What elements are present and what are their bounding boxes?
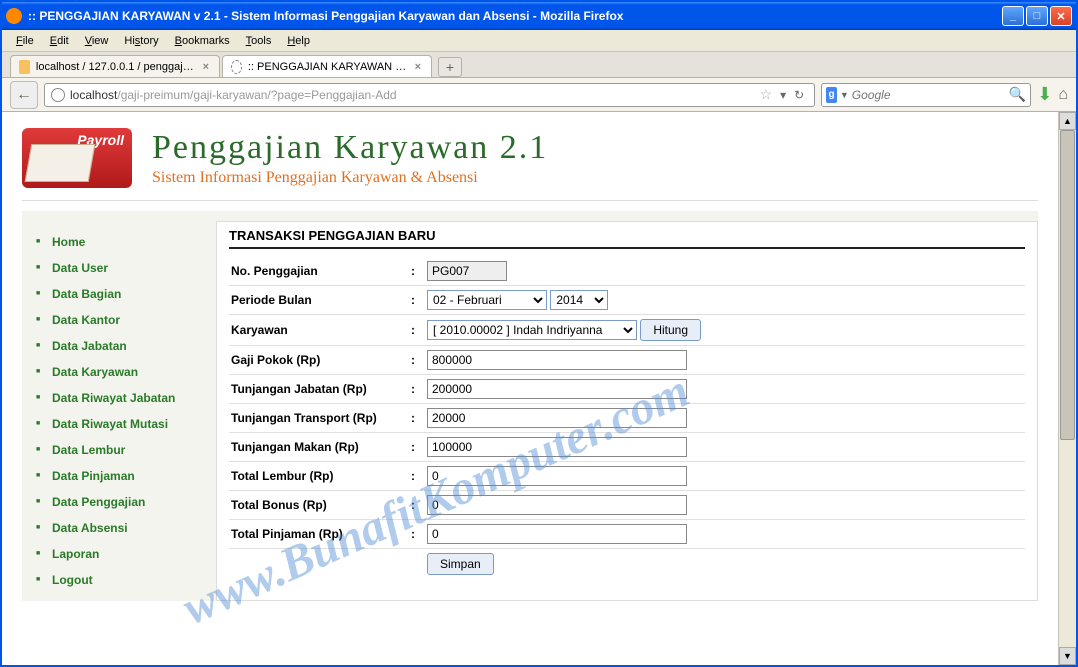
label-total-pinjaman: Total Pinjaman (Rp)	[229, 520, 409, 549]
label-total-bonus: Total Bonus (Rp)	[229, 491, 409, 520]
input-total-bonus[interactable]	[427, 495, 687, 515]
tab-penggajian[interactable]: :: PENGGAJIAN KARYAWAN v 2.1 - Siste... …	[222, 55, 432, 77]
sidebar-list: Home Data User Data Bagian Data Kantor D…	[36, 229, 202, 593]
form-table: No. Penggajian : Periode Bulan : 02 - Fe…	[229, 257, 1025, 579]
search-engine-dropdown-icon[interactable]: ▼	[837, 90, 852, 100]
input-gaji-pokok[interactable]	[427, 350, 687, 370]
label-total-lembur: Total Lembur (Rp)	[229, 462, 409, 491]
hitung-button[interactable]: Hitung	[640, 319, 701, 341]
search-go-icon[interactable]: 🔍	[1009, 86, 1026, 103]
label-karyawan: Karyawan	[229, 315, 409, 346]
app-subtitle: Sistem Informasi Penggajian Karyawan & A…	[152, 169, 548, 187]
window-controls: _ □ ✕	[1002, 6, 1072, 26]
loading-icon	[231, 60, 242, 74]
home-icon[interactable]: ⌂	[1058, 86, 1068, 104]
window-title: :: PENGGAJIAN KARYAWAN v 2.1 - Sistem In…	[28, 9, 1002, 23]
scroll-down-button[interactable]: ▼	[1059, 647, 1076, 665]
menu-bookmarks[interactable]: Bookmarks	[167, 33, 238, 49]
select-month[interactable]: 02 - Februari	[427, 290, 547, 310]
scroll-up-button[interactable]: ▲	[1059, 112, 1076, 130]
tabbar: localhost / 127.0.0.1 / penggajian_karya…	[2, 52, 1076, 78]
titlebar: :: PENGGAJIAN KARYAWAN v 2.1 - Sistem In…	[2, 2, 1076, 30]
sidebar-item-data-jabatan[interactable]: Data Jabatan	[36, 333, 202, 359]
navbar: ← localhost/gaji-preimum/gaji-karyawan/?…	[2, 78, 1076, 112]
google-icon: g	[826, 87, 837, 103]
sidebar-item-data-pinjaman[interactable]: Data Pinjaman	[36, 463, 202, 489]
sidebar-item-data-penggajian[interactable]: Data Penggajian	[36, 489, 202, 515]
page: Payroll Penggajian Karyawan 2.1 Sistem I…	[2, 112, 1058, 665]
url-dropdown-icon[interactable]: ▾	[776, 88, 790, 102]
scroll-thumb[interactable]	[1060, 130, 1075, 440]
sidebar-item-logout[interactable]: Logout	[36, 567, 202, 593]
sidebar-item-data-riwayat-jabatan[interactable]: Data Riwayat Jabatan	[36, 385, 202, 411]
url-host: localhost	[70, 88, 117, 102]
body-row: Home Data User Data Bagian Data Kantor D…	[22, 211, 1038, 601]
url-path: /gaji-preimum/gaji-karyawan/?page=Pengga…	[117, 88, 396, 102]
close-button[interactable]: ✕	[1050, 6, 1072, 26]
menu-file[interactable]: File	[8, 33, 42, 49]
sidebar-item-data-absensi[interactable]: Data Absensi	[36, 515, 202, 541]
globe-icon	[51, 88, 65, 102]
browser-window: :: PENGGAJIAN KARYAWAN v 2.1 - Sistem In…	[0, 0, 1078, 667]
tab-label: localhost / 127.0.0.1 / penggajian_karya…	[36, 61, 195, 73]
input-total-pinjaman[interactable]	[427, 524, 687, 544]
page-header: Payroll Penggajian Karyawan 2.1 Sistem I…	[22, 120, 1038, 201]
tab-phpmyadmin[interactable]: localhost / 127.0.0.1 / penggajian_karya…	[10, 55, 220, 77]
menu-view[interactable]: View	[77, 33, 117, 49]
input-tunjangan-transport[interactable]	[427, 408, 687, 428]
sidebar-item-laporan[interactable]: Laporan	[36, 541, 202, 567]
vertical-scrollbar[interactable]: ▲ ▼	[1058, 112, 1076, 665]
tab-close-icon[interactable]: ×	[201, 61, 211, 73]
sidebar-item-home[interactable]: Home	[36, 229, 202, 255]
label-periode: Periode Bulan	[229, 286, 409, 315]
input-total-lembur[interactable]	[427, 466, 687, 486]
form-title: TRANSAKSI PENGGAJIAN BARU	[229, 228, 1025, 249]
content-area: Payroll Penggajian Karyawan 2.1 Sistem I…	[2, 112, 1076, 665]
payroll-logo: Payroll	[22, 128, 132, 188]
sidebar-item-data-bagian[interactable]: Data Bagian	[36, 281, 202, 307]
sidebar-item-data-karyawan[interactable]: Data Karyawan	[36, 359, 202, 385]
select-karyawan[interactable]: [ 2010.00002 ] Indah Indriyanna	[427, 320, 637, 340]
simpan-button[interactable]: Simpan	[427, 553, 494, 575]
menubar: File Edit View History Bookmarks Tools H…	[2, 30, 1076, 52]
firefox-icon	[6, 8, 22, 24]
minimize-button[interactable]: _	[1002, 6, 1024, 26]
label-gaji-pokok: Gaji Pokok (Rp)	[229, 346, 409, 375]
sidebar-item-data-lembur[interactable]: Data Lembur	[36, 437, 202, 463]
label-tunjangan-jabatan: Tunjangan Jabatan (Rp)	[229, 375, 409, 404]
input-no-penggajian	[427, 261, 507, 281]
menu-tools[interactable]: Tools	[238, 33, 280, 49]
label-tunjangan-makan: Tunjangan Makan (Rp)	[229, 433, 409, 462]
sidebar-item-data-kantor[interactable]: Data Kantor	[36, 307, 202, 333]
main-panel: TRANSAKSI PENGGAJIAN BARU No. Penggajian…	[216, 221, 1038, 601]
new-tab-button[interactable]: +	[438, 57, 462, 77]
search-bar[interactable]: g ▼ 🔍	[821, 83, 1031, 107]
sidebar: Home Data User Data Bagian Data Kantor D…	[22, 221, 202, 601]
sidebar-item-data-user[interactable]: Data User	[36, 255, 202, 281]
menu-help[interactable]: Help	[279, 33, 318, 49]
app-title: Penggajian Karyawan 2.1	[152, 129, 548, 167]
refresh-icon[interactable]: ↻	[790, 88, 808, 102]
label-no-penggajian: No. Penggajian	[229, 257, 409, 286]
downloads-icon[interactable]: ⬇	[1037, 84, 1052, 105]
tab-close-icon[interactable]: ×	[413, 61, 423, 73]
input-tunjangan-jabatan[interactable]	[427, 379, 687, 399]
menu-history[interactable]: History	[116, 33, 166, 49]
label-tunjangan-transport: Tunjangan Transport (Rp)	[229, 404, 409, 433]
bookmark-star-icon[interactable]: ☆	[756, 86, 777, 103]
menu-edit[interactable]: Edit	[42, 33, 77, 49]
scroll-track[interactable]	[1059, 130, 1076, 647]
url-bar[interactable]: localhost/gaji-preimum/gaji-karyawan/?pa…	[44, 83, 815, 107]
search-input[interactable]	[852, 88, 1009, 102]
phpmyadmin-icon	[19, 60, 30, 74]
input-tunjangan-makan[interactable]	[427, 437, 687, 457]
maximize-button[interactable]: □	[1026, 6, 1048, 26]
tab-label: :: PENGGAJIAN KARYAWAN v 2.1 - Siste...	[248, 61, 407, 73]
header-text: Penggajian Karyawan 2.1 Sistem Informasi…	[152, 129, 548, 187]
back-button[interactable]: ←	[10, 81, 38, 109]
sidebar-item-data-riwayat-mutasi[interactable]: Data Riwayat Mutasi	[36, 411, 202, 437]
select-year[interactable]: 2014	[550, 290, 608, 310]
